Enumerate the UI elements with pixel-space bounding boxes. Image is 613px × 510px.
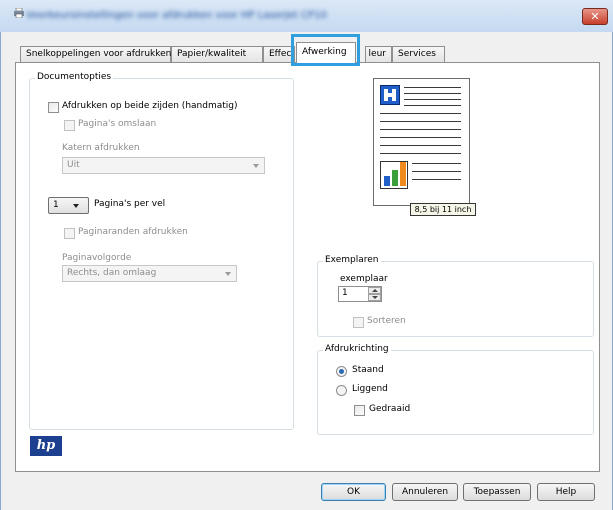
window-title: Voorkeursinstellingen voor afdrukken voo… xyxy=(26,10,326,20)
heading-h-icon xyxy=(380,85,400,105)
hp-logo: hp xyxy=(30,436,62,456)
landscape-label: Liggend xyxy=(352,384,388,394)
help-button[interactable]: Help xyxy=(537,483,595,501)
chevron-down-icon xyxy=(372,296,378,299)
page-preview xyxy=(373,78,470,206)
close-icon: ✕ xyxy=(590,10,600,23)
duplex-checkbox[interactable] xyxy=(48,102,59,113)
copies-value: 1 xyxy=(342,288,348,298)
pages-per-sheet-value: 1 xyxy=(53,200,59,210)
orientation-legend: Afdrukrichting xyxy=(323,344,391,354)
pages-per-sheet-select[interactable]: 1 xyxy=(48,197,89,214)
pages-per-sheet-label: Pagina's per vel xyxy=(94,199,166,209)
copies-label: exemplaar xyxy=(340,274,388,284)
page-order-label: Paginavolgorde xyxy=(62,253,132,263)
copies-legend: Exemplaren xyxy=(323,255,381,265)
page-borders-checkbox[interactable] xyxy=(64,228,75,239)
cancel-button[interactable]: Annuleren xyxy=(392,483,458,501)
copies-down-button[interactable] xyxy=(368,294,381,301)
duplex-label: Afdrukken op beide zijden (handmatig) xyxy=(62,101,238,111)
tab-services[interactable]: Services xyxy=(392,46,445,63)
chevron-down-icon xyxy=(225,272,231,276)
document-options-legend: Documentopties xyxy=(35,72,114,82)
chart-thumbnail-icon xyxy=(380,161,408,189)
booklet-value: Uit xyxy=(67,160,80,170)
booklet-label: Katern afdrukken xyxy=(62,143,140,153)
tab-paper-quality[interactable]: Papier/kwaliteit xyxy=(171,46,263,63)
portrait-radio[interactable] xyxy=(336,366,347,377)
page-order-select[interactable]: Rechts, dan omlaag xyxy=(62,265,237,282)
apply-button[interactable]: Toepassen xyxy=(463,483,531,501)
rotated-label: Gedraaid xyxy=(369,404,411,414)
printer-icon xyxy=(14,7,24,19)
page-order-value: Rechts, dan omlaag xyxy=(67,268,157,278)
title-bar[interactable]: Voorkeursinstellingen voor afdrukken voo… xyxy=(0,0,613,32)
close-button[interactable]: ✕ xyxy=(582,8,608,25)
tab-color[interactable]: leur xyxy=(365,46,392,63)
landscape-radio[interactable] xyxy=(336,385,347,396)
collate-checkbox[interactable] xyxy=(353,317,364,328)
tab-shortcuts[interactable]: Snelkoppelingen voor afdrukken xyxy=(20,46,171,63)
booklet-select[interactable]: Uit xyxy=(62,157,265,174)
copies-up-button[interactable] xyxy=(368,287,381,294)
flip-pages-label: Pagina's omslaan xyxy=(78,119,157,129)
rotated-checkbox[interactable] xyxy=(354,405,365,416)
paper-size-label: 8,5 bij 11 inch xyxy=(410,203,476,216)
collate-label: Sorteren xyxy=(367,316,406,326)
chevron-down-icon xyxy=(253,164,259,168)
chevron-up-icon xyxy=(372,289,378,292)
chevron-down-icon xyxy=(73,204,79,208)
ok-button[interactable]: OK xyxy=(321,483,386,501)
portrait-label: Staand xyxy=(352,365,384,375)
flip-pages-checkbox[interactable] xyxy=(64,120,75,131)
highlight-callout xyxy=(291,34,360,66)
page-borders-label: Paginaranden afdrukken xyxy=(78,227,188,237)
